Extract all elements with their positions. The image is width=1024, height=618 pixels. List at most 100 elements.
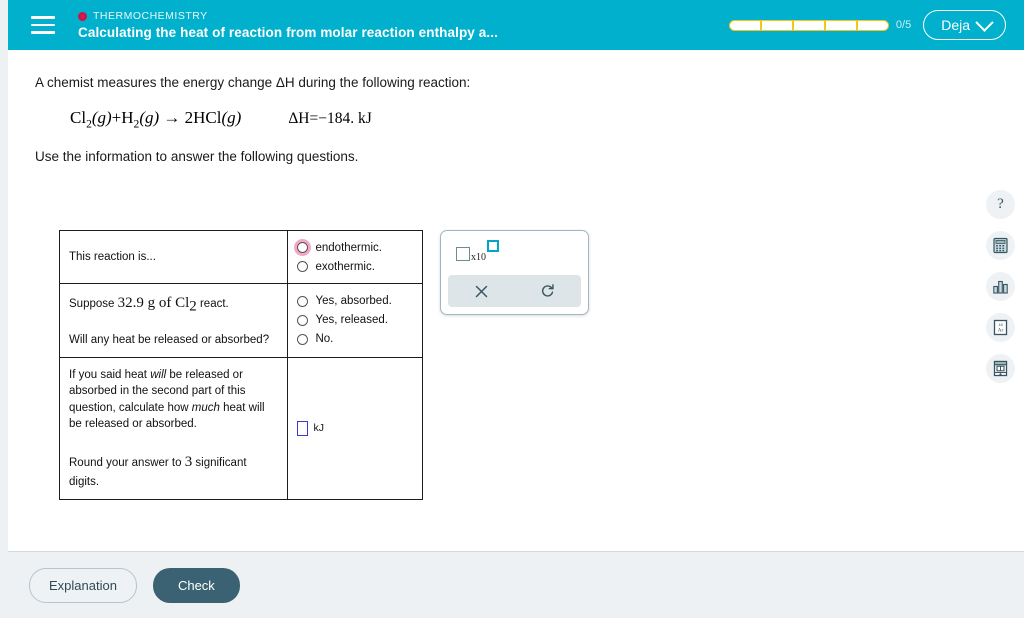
reactant-1-state: (g)	[92, 108, 112, 127]
progress-segment	[730, 21, 762, 30]
radio-option-endothermic[interactable]: endothermic.	[297, 238, 413, 257]
calculator-icon	[992, 237, 1009, 254]
radio-icon	[297, 296, 308, 307]
question-table: This reaction is... endothermic. exother…	[59, 230, 423, 500]
app-header: THERMOCHEMISTRY Calculating the heat of …	[8, 0, 1024, 50]
progress-bar	[729, 20, 889, 31]
reactant-2-state: (g)	[139, 108, 159, 127]
product-formula: HCl	[193, 108, 221, 127]
table-row: This reaction is... endothermic. exother…	[60, 231, 423, 284]
radio-label: endothermic.	[315, 242, 381, 254]
clear-button[interactable]	[448, 275, 515, 307]
reaction-arrow-icon: →	[163, 108, 180, 127]
table-cell-prompt: This reaction is...	[60, 231, 288, 284]
radio-option-yes-released[interactable]: Yes, released.	[297, 311, 413, 330]
periodic-table-button[interactable]: 18 Ar	[986, 313, 1015, 342]
undo-icon	[540, 283, 556, 299]
delta-h-value: ΔH=−184. kJ	[288, 110, 371, 128]
heat-answer-input[interactable]	[297, 421, 308, 436]
page-title: Calculating the heat of reaction from mo…	[78, 25, 498, 40]
hamburger-line	[31, 24, 55, 27]
reference-button[interactable]	[986, 354, 1015, 383]
left-gutter	[0, 0, 8, 618]
reactant-2-formula: H	[121, 108, 133, 127]
progress-segment	[762, 21, 794, 30]
sci-display-area: x10	[441, 231, 588, 273]
header-text-block: THERMOCHEMISTRY Calculating the heat of …	[78, 10, 498, 40]
table-cell-answers: kJ	[288, 357, 423, 499]
progress-label: 0/5	[896, 19, 911, 31]
help-icon: ?	[997, 196, 1004, 213]
reaction-equation-row: Cl2(g)+H2(g) → 2HCl(g) ΔH=−184. kJ	[35, 108, 964, 130]
progress-group: 0/5	[729, 19, 911, 31]
radio-option-no[interactable]: No.	[297, 330, 413, 349]
answer-entry-row: kJ	[297, 421, 413, 436]
radio-label: No.	[315, 333, 333, 345]
radio-icon	[297, 334, 308, 345]
times-ten-label: x10	[471, 252, 486, 263]
question-body: A chemist measures the energy change ΔH …	[35, 74, 964, 167]
row-2-prompt-subscript: 2	[189, 298, 197, 314]
question-intro: A chemist measures the energy change ΔH …	[35, 74, 964, 93]
table-cell-prompt: Suppose 32.9 g of Cl2 react. Will any he…	[60, 284, 288, 358]
tool-rail: ?	[986, 190, 1015, 383]
exponent-input[interactable]	[487, 240, 499, 252]
row-1-prompt: This reaction is...	[69, 249, 278, 265]
row-2-prompt-line-1: Suppose 32.9 g of Cl2 react.	[69, 293, 278, 318]
sci-expression: x10	[456, 241, 499, 263]
table-cell-prompt: If you said heat will be released or abs…	[60, 357, 288, 499]
progress-segment	[826, 21, 858, 30]
table-row: If you said heat will be released or abs…	[60, 357, 423, 499]
radio-icon	[297, 315, 308, 326]
chart-button[interactable]	[986, 272, 1015, 301]
question-instruction: Use the information to answer the follow…	[35, 148, 964, 167]
product-state: (g)	[222, 108, 242, 127]
record-dot-icon	[78, 12, 87, 21]
user-name-label: Deja	[941, 17, 970, 33]
bar-chart-icon	[992, 278, 1009, 295]
app-root: THERMOCHEMISTRY Calculating the heat of …	[0, 0, 1024, 618]
radio-option-yes-absorbed[interactable]: Yes, absorbed.	[297, 292, 413, 311]
reaction-equation: Cl2(g)+H2(g) → 2HCl(g)	[70, 108, 241, 130]
product-coefficient: 2	[185, 108, 194, 127]
calculator-button[interactable]	[986, 231, 1015, 260]
radio-icon	[297, 261, 308, 272]
row-3-prompt-line-1: If you said heat will be released or abs…	[69, 367, 278, 432]
reactant-1-formula: Cl	[70, 108, 86, 127]
hamburger-line	[31, 31, 55, 34]
row-2-prompt-line-2: Will any heat be released or absorbed?	[69, 332, 278, 348]
svg-text:Ar: Ar	[998, 328, 1004, 334]
check-button[interactable]: Check	[153, 568, 240, 603]
table-cell-answers: endothermic. exothermic.	[288, 231, 423, 284]
radio-label: Yes, absorbed.	[315, 295, 391, 307]
chevron-down-icon	[975, 13, 993, 31]
row-3-rounding-pre: Round your answer to	[69, 457, 185, 469]
close-icon	[474, 284, 489, 299]
row-2-prompt-mid: g of Cl	[144, 295, 189, 311]
reference-book-icon	[992, 360, 1009, 377]
scientific-notation-panel: x10	[440, 230, 589, 315]
header-right-group: 0/5 Deja	[729, 10, 1024, 40]
progress-segment	[794, 21, 826, 30]
answer-unit-label: kJ	[313, 422, 324, 434]
equation-plus: +	[112, 108, 122, 127]
row-2-mass-value: 32.9	[118, 295, 144, 311]
svg-text:18: 18	[998, 322, 1003, 327]
table-row: Suppose 32.9 g of Cl2 react. Will any he…	[60, 284, 423, 358]
table-cell-answers: Yes, absorbed. Yes, released. No.	[288, 284, 423, 358]
undo-button[interactable]	[515, 275, 582, 307]
radio-label: Yes, released.	[315, 314, 387, 326]
radio-option-exothermic[interactable]: exothermic.	[297, 257, 413, 276]
explanation-button[interactable]: Explanation	[29, 568, 137, 603]
row-3-prompt-line-2: Round your answer to 3 significant digit…	[69, 452, 278, 490]
row-2-prompt-pre: Suppose	[69, 298, 118, 310]
progress-segment	[858, 21, 888, 30]
question-canvas: A chemist measures the energy change ΔH …	[8, 50, 1024, 552]
mantissa-input[interactable]	[456, 247, 470, 261]
sci-action-bar	[448, 275, 581, 307]
help-button[interactable]: ?	[986, 190, 1015, 219]
user-menu-button[interactable]: Deja	[923, 10, 1006, 40]
header-category-row: THERMOCHEMISTRY	[78, 10, 498, 22]
periodic-table-icon: 18 Ar	[992, 319, 1009, 336]
hamburger-icon[interactable]	[26, 10, 60, 40]
